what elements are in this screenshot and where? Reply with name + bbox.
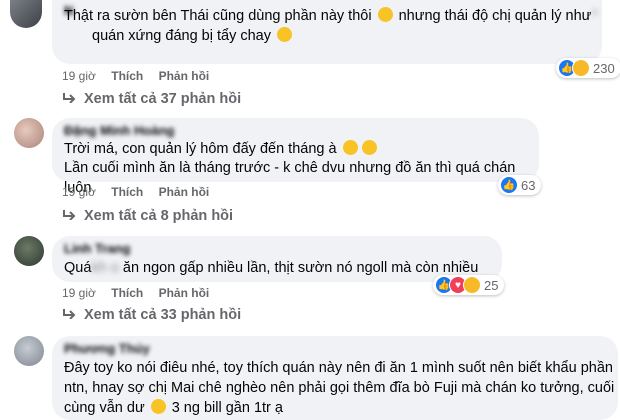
comment-text: quán xứng đáng bị tẩy chay bbox=[92, 28, 271, 44]
reply-button[interactable]: Phản hồi bbox=[159, 286, 210, 300]
comment-text: cùng vẫn dư bbox=[64, 400, 145, 416]
comment-text: Thật ra sườn bên Thái cũng dùng phần này… bbox=[64, 8, 372, 24]
comment-bubble: Linh Trang Quákh o ăn ngon gấp nhiều lần… bbox=[52, 236, 502, 282]
comment-actions: 19 giờ Thích Phản hồi bbox=[62, 68, 221, 84]
like-button[interactable]: Thích bbox=[111, 69, 143, 83]
laughing-emoji-icon bbox=[342, 140, 358, 155]
laughing-emoji-icon bbox=[377, 7, 393, 22]
avatar[interactable] bbox=[14, 236, 44, 266]
comment-text: Đây toy ko nói điêu nhé, toy thích quán … bbox=[64, 360, 613, 376]
rofl-emoji-icon bbox=[277, 27, 293, 42]
comment-actions: 19 giờ Thích Phản hồi bbox=[62, 285, 221, 301]
comment-bubble: Phương Thúy Đây toy ko nói điêu nhé, toy… bbox=[52, 336, 618, 420]
laughing-emoji-icon bbox=[361, 140, 377, 155]
reaction-count: 63 bbox=[521, 177, 536, 193]
comment-time[interactable]: 19 giờ bbox=[62, 286, 96, 300]
avatar[interactable] bbox=[10, 0, 42, 28]
reply-button[interactable]: Phản hồi bbox=[159, 69, 210, 83]
like-button[interactable]: Thích bbox=[111, 185, 143, 199]
comment-actions: 19 giờ Thích Phản hồi bbox=[62, 184, 221, 200]
view-replies-label: Xem tất cả 8 phản hồi bbox=[84, 208, 234, 224]
reply-arrow-icon bbox=[63, 210, 76, 220]
comment-text: Trời má, con quản lý hôm đấy đến tháng à bbox=[64, 141, 337, 157]
view-replies-link[interactable]: Xem tất cả 33 phản hồi bbox=[62, 306, 241, 324]
comment-text: ntn, hnay sợ chị Mai chê nghèo nên phải … bbox=[64, 380, 615, 396]
comment-text: nhưng thái độ chị quản lý như bbox=[398, 8, 592, 24]
like-button[interactable]: Thích bbox=[111, 286, 143, 300]
reaction-summary[interactable]: 👍 230 bbox=[556, 58, 620, 78]
haha-reaction-icon bbox=[572, 59, 590, 77]
reply-button[interactable]: Phản hồi bbox=[159, 185, 210, 199]
view-replies-link[interactable]: Xem tất cả 37 phản hồi bbox=[62, 90, 241, 108]
haha-reaction-icon bbox=[463, 276, 481, 294]
reaction-summary[interactable]: 👍 63 bbox=[498, 175, 542, 195]
comment-text: Quá bbox=[64, 260, 92, 276]
commenter-name[interactable]: Linh Trang bbox=[64, 241, 130, 257]
reply-arrow-icon bbox=[63, 309, 76, 319]
comment-bubble: N Thật ra sườn bên Thái cũng dùng phần n… bbox=[52, 0, 602, 64]
view-replies-label: Xem tất cả 33 phản hồi bbox=[84, 307, 242, 323]
sad-emoji-icon bbox=[150, 399, 166, 414]
comment-text: ăn ngon gấp nhiều lần, thịt sườn nó ngol… bbox=[122, 260, 479, 276]
avatar[interactable] bbox=[14, 118, 44, 148]
comment-time[interactable]: 19 giờ bbox=[62, 69, 96, 83]
reaction-summary[interactable]: 👍 ♥ 25 bbox=[433, 275, 505, 295]
commenter-name[interactable]: Phương Thúy bbox=[64, 341, 150, 357]
like-reaction-icon: 👍 bbox=[500, 176, 518, 194]
reply-arrow-icon bbox=[63, 93, 76, 103]
comment-bubble: Đặng Minh Hoàng Trời má, con quản lý hôm… bbox=[52, 118, 539, 196]
comment-text: 3 ng bill gần 1tr ạ bbox=[171, 400, 283, 416]
commenter-name[interactable]: Đặng Minh Hoàng bbox=[64, 123, 175, 139]
view-replies-label: Xem tất cả 37 phản hồi bbox=[84, 91, 242, 107]
view-replies-link[interactable]: Xem tất cả 8 phản hồi bbox=[62, 207, 233, 225]
reaction-count: 25 bbox=[484, 277, 499, 293]
avatar[interactable] bbox=[14, 336, 44, 366]
comment-time[interactable]: 19 giờ bbox=[62, 185, 96, 199]
reaction-count: 230 bbox=[593, 60, 615, 76]
